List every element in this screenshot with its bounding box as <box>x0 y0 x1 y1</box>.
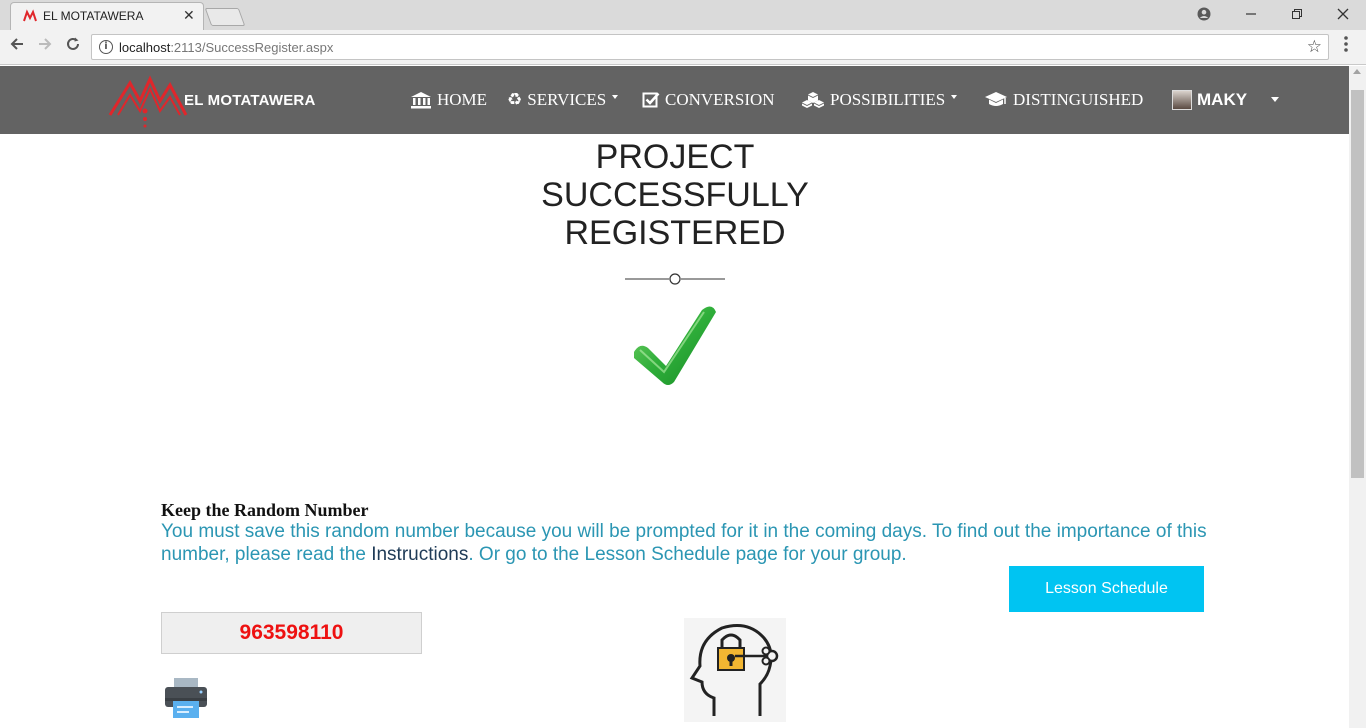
head-lock-icon <box>684 618 786 722</box>
nav-possibilities[interactable]: POSSIBILITIES <box>801 90 958 110</box>
url-text: localhost:2113/SuccessRegister.aspx <box>119 40 334 55</box>
reload-icon[interactable] <box>62 36 84 57</box>
browser-tab[interactable]: EL MOTATAWERA ✕ <box>10 2 204 30</box>
browser-toolbar: i localhost:2113/SuccessRegister.aspx ☆ <box>0 30 1366 65</box>
avatar <box>1172 90 1192 110</box>
nav-services[interactable]: ♻ SERVICES <box>507 89 619 110</box>
back-icon[interactable] <box>6 36 28 57</box>
tab-close-icon[interactable]: ✕ <box>183 7 195 24</box>
scroll-up-icon[interactable] <box>1353 69 1361 74</box>
tab-title: EL MOTATAWERA <box>43 9 144 23</box>
random-number-box: 963598110 <box>161 612 422 654</box>
instruction-message: You must save this random number because… <box>161 520 1221 566</box>
site-brand[interactable]: EL MOTATAWERA <box>184 92 315 109</box>
address-bar[interactable]: i localhost:2113/SuccessRegister.aspx ☆ <box>91 34 1329 60</box>
site-logo-icon[interactable] <box>108 71 188 129</box>
nav-conversion[interactable]: CONVERSION <box>642 90 775 110</box>
bookmark-star-icon[interactable]: ☆ <box>1307 37 1322 57</box>
close-window-icon[interactable] <box>1329 4 1357 24</box>
site-info-icon[interactable]: i <box>99 40 113 54</box>
chevron-down-icon <box>612 95 619 99</box>
nav-possibilities-label: POSSIBILITIES <box>830 90 946 109</box>
bank-icon <box>411 92 431 109</box>
nav-home-label: HOME <box>437 90 488 109</box>
nav-distinguished-label: DISTINGUISHED <box>1013 90 1144 109</box>
nav-home[interactable]: HOME <box>410 90 487 110</box>
page-scrollbar[interactable] <box>1349 66 1366 728</box>
profile-icon[interactable] <box>1190 4 1218 24</box>
cubes-icon <box>802 92 824 108</box>
title-divider <box>625 273 725 285</box>
nav-conversion-label: CONVERSION <box>665 90 775 109</box>
recycle-icon: ♻ <box>507 89 523 110</box>
graduation-cap-icon <box>985 92 1007 106</box>
browser-tabstrip: EL MOTATAWERA ✕ <box>0 0 1366 30</box>
chevron-down-icon <box>951 95 958 99</box>
success-check-icon <box>634 306 716 385</box>
checkbox-icon <box>642 92 660 108</box>
nav-distinguished[interactable]: DISTINGUISHED <box>984 90 1143 110</box>
message-text-part2: . Or go to the Lesson Schedule page for … <box>468 544 907 565</box>
scrollbar-thumb[interactable] <box>1351 90 1364 478</box>
new-tab-button[interactable] <box>204 8 246 26</box>
user-menu-chevron-icon[interactable] <box>1271 97 1279 102</box>
printer-icon[interactable] <box>163 676 209 720</box>
lesson-schedule-button[interactable]: Lesson Schedule <box>1009 566 1204 612</box>
site-navbar: EL MOTATAWERA HOME ♻ SERVICES CONVERSION… <box>0 66 1349 134</box>
page-title: PROJECT SUCCESSFULLY REGISTERED <box>541 138 809 252</box>
nav-services-label: SERVICES <box>527 90 607 109</box>
keep-number-heading: Keep the Random Number <box>161 500 369 520</box>
restore-icon[interactable] <box>1283 4 1311 24</box>
browser-menu-icon[interactable] <box>1343 35 1349 58</box>
minimize-icon[interactable] <box>1237 4 1265 24</box>
user-menu[interactable]: MAKY <box>1172 90 1247 110</box>
forward-icon[interactable] <box>34 36 56 57</box>
site-favicon-icon <box>23 9 37 22</box>
instructions-link[interactable]: Instructions <box>371 544 468 565</box>
user-name: MAKY <box>1197 90 1248 109</box>
